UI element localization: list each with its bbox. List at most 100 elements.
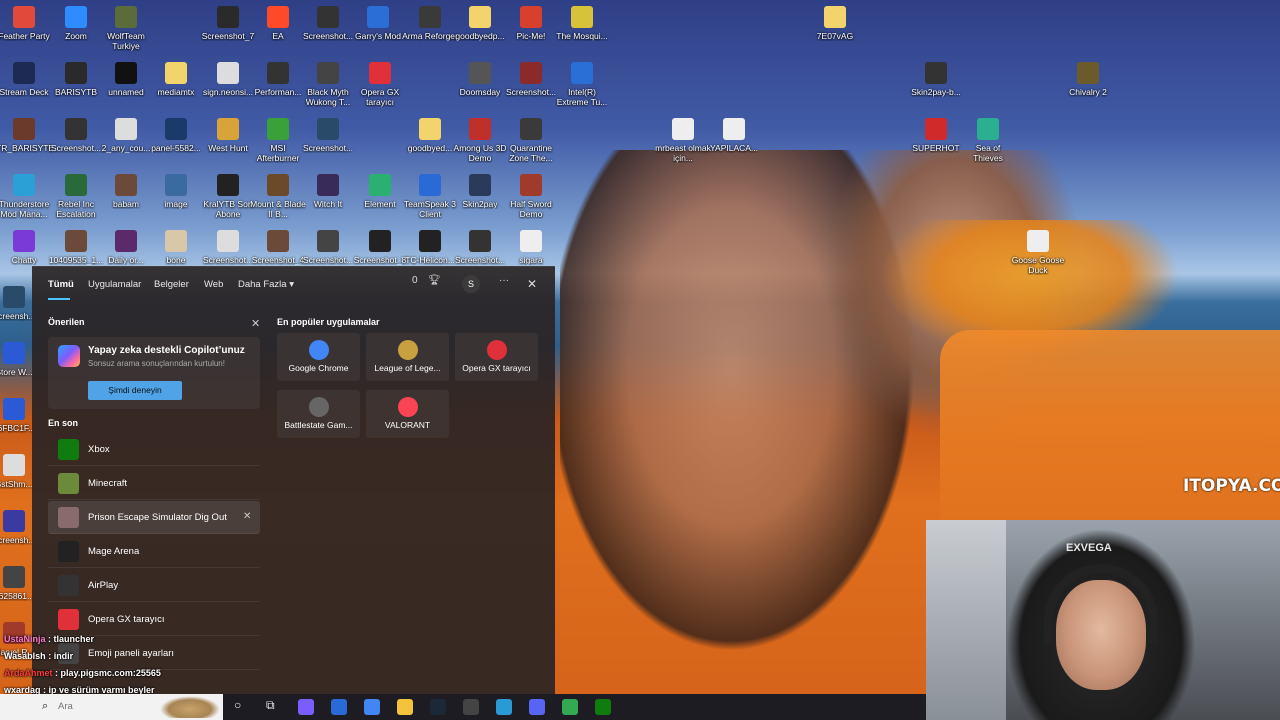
- desktop-icon[interactable]: Half Sword Demo: [503, 174, 559, 219]
- explorer-taskbar-icon[interactable]: [397, 699, 413, 715]
- desktop-icon[interactable]: Skin2pay: [452, 174, 508, 209]
- tab-web[interactable]: Web: [204, 279, 223, 290]
- desktop-icon[interactable]: goodbyed...: [402, 118, 458, 153]
- rewards-icon[interactable]: 🏆︎: [428, 275, 441, 286]
- chrome-taskbar-icon[interactable]: [364, 699, 380, 715]
- desktop-icon[interactable]: West Hunt: [200, 118, 256, 153]
- desktop-icon[interactable]: goodbyedp...: [452, 6, 508, 41]
- desktop-icon[interactable]: TeamSpeak 3 Client: [402, 174, 458, 219]
- popular-app-tile[interactable]: Battlestate Gam...: [277, 390, 360, 438]
- desktop-icon[interactable]: Screenshot...: [300, 6, 356, 41]
- desktop-icon[interactable]: mediamtx: [148, 62, 204, 97]
- desktop-icon[interactable]: MSI Afterburner: [250, 118, 306, 163]
- desktop-icon[interactable]: unnamed: [98, 62, 154, 97]
- desktop-icon[interactable]: TC-Helicon...: [402, 230, 458, 265]
- desktop-icon[interactable]: sigara: [503, 230, 559, 265]
- desktop-icon[interactable]: Screenshot...: [300, 230, 356, 265]
- popular-app-tile[interactable]: Google Chrome: [277, 333, 360, 381]
- recent-item[interactable]: Xbox: [48, 433, 260, 466]
- desktop-icon[interactable]: BARISYTB: [48, 62, 104, 97]
- desktop-icon[interactable]: Rebel Inc Escalation: [48, 174, 104, 219]
- recent-item[interactable]: Minecraft: [48, 467, 260, 500]
- desktop-icon[interactable]: Chatty: [0, 230, 52, 265]
- desktop-icon[interactable]: Sea of Thieves: [960, 118, 1016, 163]
- desktop-icon[interactable]: babam: [98, 174, 154, 209]
- popular-app-tile[interactable]: VALORANT: [366, 390, 449, 438]
- desktop-icon[interactable]: Arma Reforger: [402, 6, 458, 41]
- desktop-icon[interactable]: EA: [250, 6, 306, 41]
- desktop-icon[interactable]: The Mosqui...: [554, 6, 610, 41]
- desktop-icon[interactable]: Doomsday: [452, 62, 508, 97]
- desktop-icon[interactable]: Daily or...: [98, 230, 154, 265]
- desktop-icon[interactable]: Screenshot...: [48, 118, 104, 153]
- desktop-icon[interactable]: Screenshot...: [200, 230, 256, 265]
- store-taskbar-icon[interactable]: [331, 699, 347, 715]
- search-input[interactable]: [58, 701, 158, 712]
- desktop-icon[interactable]: Performan...: [250, 62, 306, 97]
- recent-item[interactable]: Mage Arena: [48, 535, 260, 568]
- desktop-icon[interactable]: Stream Deck: [0, 62, 52, 97]
- desktop-icon[interactable]: Thunderstore Mod Mana...: [0, 174, 52, 219]
- desktop-icon[interactable]: Garry's Mod: [350, 6, 406, 41]
- desktop-icon[interactable]: TR_BARISYTB: [0, 118, 52, 153]
- desktop-icon[interactable]: Among Us 3D Demo: [452, 118, 508, 163]
- steam-taskbar-icon[interactable]: [430, 699, 446, 715]
- task-view-icon[interactable]: ⧉: [266, 698, 275, 713]
- desktop-icon[interactable]: Screenshot...: [452, 230, 508, 265]
- close-icon[interactable]: ✕: [527, 277, 537, 291]
- desktop-icon[interactable]: Screenshot_7: [200, 6, 256, 41]
- desktop-icon[interactable]: bone: [148, 230, 204, 265]
- tab-more[interactable]: Daha Fazla ▾: [238, 279, 294, 290]
- recent-item[interactable]: Prison Escape Simulator Dig Out ✕: [48, 501, 260, 534]
- desktop-icon[interactable]: Mount & Blade II B...: [250, 174, 306, 219]
- copilot-taskbar-icon[interactable]: [298, 699, 314, 715]
- desktop-icon[interactable]: Pic-Me!: [503, 6, 559, 41]
- desktop-icon[interactable]: 10409535_1...: [48, 230, 104, 265]
- avatar[interactable]: S: [462, 275, 480, 293]
- desktop-icon[interactable]: Zoom: [48, 6, 104, 41]
- desktop-icon[interactable]: Skin2pay-b...: [908, 62, 964, 97]
- desktop-icon[interactable]: Element: [352, 174, 408, 209]
- more-options-icon[interactable]: ···: [499, 275, 509, 286]
- cortana-icon[interactable]: ○: [234, 698, 241, 712]
- desktop-icon[interactable]: Quarantine Zone The...: [503, 118, 559, 163]
- desktop-icon[interactable]: KralYTB Son Abone: [200, 174, 256, 219]
- desktop-icon[interactable]: Screenshot...: [503, 62, 559, 97]
- tab-all[interactable]: Tümü: [48, 279, 74, 290]
- desktop-icon[interactable]: Feather Party: [0, 6, 52, 41]
- desktop-icon[interactable]: Opera GX tarayıcı: [352, 62, 408, 107]
- recent-item[interactable]: AirPlay: [48, 569, 260, 602]
- desktop-icon[interactable]: Chivalry 2: [1060, 62, 1116, 97]
- desktop-icon[interactable]: Witch It: [300, 174, 356, 209]
- desktop-icon[interactable]: 7E07vAG: [807, 6, 863, 41]
- desktop-icon[interactable]: YAPILACA...: [706, 118, 762, 153]
- rewards-points[interactable]: 0: [412, 275, 418, 286]
- recent-item[interactable]: Opera GX tarayıcı: [48, 603, 260, 636]
- tab-documents[interactable]: Belgeler: [154, 279, 189, 290]
- tab-apps[interactable]: Uygulamalar: [88, 279, 141, 290]
- desktop-icon[interactable]: panel-5582...: [148, 118, 204, 153]
- dismiss-recommended-icon[interactable]: ✕: [251, 317, 260, 330]
- desktop-icon[interactable]: Screenshot_4: [250, 230, 306, 265]
- taskbar-search-box[interactable]: ⌕: [0, 694, 223, 720]
- desktop-icon[interactable]: 2_any_cou...: [98, 118, 154, 153]
- xbox-taskbar-icon[interactable]: [595, 699, 611, 715]
- stream-taskbar-icon[interactable]: [496, 699, 512, 715]
- desktop-icon[interactable]: Screenshot_8: [352, 230, 408, 265]
- desktop-icon[interactable]: sign.neonsi...: [200, 62, 256, 97]
- try-now-button[interactable]: Şimdi deneyin: [88, 381, 182, 400]
- desktop-icon[interactable]: SUPERHOT: [908, 118, 964, 153]
- popular-app-tile[interactable]: Opera GX tarayıcı: [455, 333, 538, 381]
- obs-taskbar-icon[interactable]: [463, 699, 479, 715]
- desktop-icon[interactable]: mrbeast olmak için...: [655, 118, 711, 163]
- desktop-icon[interactable]: WolfTeam Turkiye: [98, 6, 154, 51]
- desktop-icon[interactable]: Screenshot...: [300, 118, 356, 153]
- desktop-icon[interactable]: Black Myth Wukong T...: [300, 62, 356, 107]
- chrome2-taskbar-icon[interactable]: [562, 699, 578, 715]
- desktop-icon[interactable]: Intel(R) Extreme Tu...: [554, 62, 610, 107]
- remove-recent-icon[interactable]: ✕: [243, 511, 251, 522]
- popular-app-tile[interactable]: League of Lege...: [366, 333, 449, 381]
- discord-taskbar-icon[interactable]: [529, 699, 545, 715]
- desktop-icon[interactable]: image: [148, 174, 204, 209]
- desktop-icon[interactable]: Goose Goose Duck: [1010, 230, 1066, 275]
